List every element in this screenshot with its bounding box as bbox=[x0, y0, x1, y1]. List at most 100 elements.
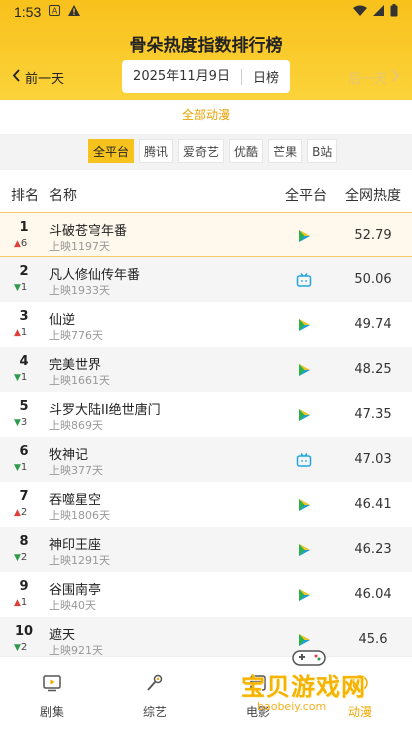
tab-variety[interactable]: 综艺 bbox=[125, 673, 185, 720]
rank-change-value: 1 bbox=[20, 597, 28, 608]
heat-value: 47.35 bbox=[354, 407, 392, 422]
platform-tabs: 全平台 腾讯 爱奇艺 优酷 芒果 B站 bbox=[88, 139, 338, 163]
platform-tab-youku[interactable]: 优酷 bbox=[229, 139, 264, 163]
prev-day-button[interactable]: 前一天 bbox=[12, 68, 64, 87]
battery-icon bbox=[390, 4, 398, 20]
tab-anime-label: 动漫 bbox=[347, 705, 372, 719]
rank-change-value: 1 bbox=[20, 327, 28, 338]
play-icon bbox=[296, 497, 312, 513]
date-selector[interactable]: 2025年11月9日 日榜 bbox=[122, 60, 290, 93]
chevron-left-icon bbox=[12, 69, 21, 86]
arrow-down-icon: ▼ bbox=[14, 553, 21, 563]
rank-change: ▼2 bbox=[14, 552, 27, 563]
release-days: 上映1933天 bbox=[49, 284, 110, 297]
heat-value: 46.04 bbox=[354, 587, 392, 602]
show-title[interactable]: 遮天 bbox=[49, 624, 75, 643]
rank-number: 3 bbox=[19, 309, 29, 324]
platform-tab-bilibili[interactable]: B站 bbox=[307, 139, 338, 163]
play-icon bbox=[296, 228, 312, 244]
table-row[interactable]: 1 ▲6 斗破苍穹年番 上映1197天 52.79 bbox=[0, 212, 412, 257]
next-day-button[interactable]: 后一天 bbox=[348, 68, 400, 87]
bottom-tab-bar: 剧集 综艺 电影 动漫 bbox=[0, 656, 412, 734]
tab-anime[interactable]: 动漫 bbox=[330, 673, 390, 720]
arrow-up-icon: ▲ bbox=[14, 328, 21, 338]
rank-change-value: 2 bbox=[20, 552, 28, 563]
heat-value: 46.23 bbox=[354, 542, 392, 557]
rank-change: ▲1 bbox=[14, 327, 27, 338]
tab-drama-label: 剧集 bbox=[39, 705, 64, 719]
platform-tab-all[interactable]: 全平台 bbox=[88, 139, 135, 163]
arrow-up-icon: ▲ bbox=[14, 598, 21, 608]
rank-change-value: 6 bbox=[20, 238, 28, 249]
rank-number: 10 bbox=[14, 624, 34, 639]
rank-change-value: 2 bbox=[20, 507, 28, 518]
play-icon bbox=[296, 542, 312, 558]
arrow-down-icon: ▼ bbox=[14, 418, 21, 428]
bilibili-tv-icon bbox=[296, 272, 312, 288]
platform-column-header: 全平台 bbox=[285, 188, 327, 204]
tv-icon bbox=[42, 673, 62, 693]
heat-value: 45.6 bbox=[358, 632, 388, 647]
table-row[interactable]: 3 ▲1 仙逆 上映776天 49.74 bbox=[0, 302, 412, 347]
release-days: 上映1197天 bbox=[49, 240, 110, 253]
show-title[interactable]: 吞噬星空 bbox=[49, 489, 101, 508]
table-header: 排名 名称 全平台 全网热度 bbox=[0, 176, 412, 210]
film-icon bbox=[248, 673, 268, 693]
table-row[interactable]: 6 ▼1 牧神记 上映377天 47.03 bbox=[0, 437, 412, 482]
arrow-down-icon: ▼ bbox=[14, 643, 21, 653]
signal-icon bbox=[373, 5, 384, 19]
release-days: 上映1661天 bbox=[49, 374, 110, 387]
heat-value: 49.74 bbox=[354, 317, 392, 332]
rank-number: 4 bbox=[19, 354, 29, 369]
show-title[interactable]: 神印王座 bbox=[49, 534, 101, 553]
platform-tab-tencent[interactable]: 腾讯 bbox=[139, 139, 174, 163]
platform-tab-mango[interactable]: 芒果 bbox=[268, 139, 303, 163]
rank-change: ▲6 bbox=[14, 238, 27, 249]
show-title[interactable]: 完美世界 bbox=[49, 354, 101, 373]
arrow-down-icon: ▼ bbox=[14, 373, 21, 383]
table-row[interactable]: 8 ▼2 神印王座 上映1291天 46.23 bbox=[0, 527, 412, 572]
table-row[interactable]: 4 ▼1 完美世界 上映1661天 48.25 bbox=[0, 347, 412, 392]
show-title[interactable]: 斗罗大陆II绝世唐门 bbox=[49, 399, 161, 418]
show-title[interactable]: 斗破苍穹年番 bbox=[49, 220, 127, 239]
notification-icon: A bbox=[49, 5, 61, 19]
heat-column-header: 全网热度 bbox=[345, 188, 401, 204]
show-title[interactable]: 谷围南亭 bbox=[49, 579, 101, 598]
rank-change-value: 1 bbox=[20, 462, 28, 473]
heat-value: 50.06 bbox=[354, 272, 392, 287]
chevron-right-icon bbox=[391, 69, 400, 86]
status-time: 1:53 bbox=[14, 4, 42, 20]
heat-value: 48.25 bbox=[354, 362, 392, 377]
rank-change: ▼1 bbox=[14, 282, 27, 293]
table-row[interactable]: 9 ▲1 谷围南亭 上映40天 46.04 bbox=[0, 572, 412, 617]
release-days: 上映869天 bbox=[49, 419, 103, 432]
status-bar: 1:53 A bbox=[0, 0, 412, 24]
tab-drama[interactable]: 剧集 bbox=[22, 673, 82, 720]
rank-column-header: 排名 bbox=[11, 188, 39, 204]
date-value[interactable]: 2025年11月9日 bbox=[122, 68, 242, 85]
rank-number: 6 bbox=[19, 444, 29, 459]
svg-text:A: A bbox=[52, 7, 58, 16]
tab-movie-label: 电影 bbox=[245, 705, 270, 719]
rank-change: ▼1 bbox=[14, 462, 27, 473]
name-column-header: 名称 bbox=[49, 188, 77, 204]
table-row[interactable]: 2 ▼1 凡人修仙传年番 上映1933天 50.06 bbox=[0, 257, 412, 302]
category-selector[interactable]: 全部动漫 bbox=[0, 106, 412, 123]
arrow-down-icon: ▼ bbox=[14, 283, 21, 293]
rank-number: 8 bbox=[19, 534, 29, 549]
arrow-down-icon: ▼ bbox=[14, 463, 21, 473]
rank-change: ▼2 bbox=[14, 642, 27, 653]
next-day-label: 后一天 bbox=[347, 72, 387, 87]
rank-number: 5 bbox=[19, 399, 29, 414]
rank-change: ▼1 bbox=[14, 372, 27, 383]
show-title[interactable]: 牧神记 bbox=[49, 444, 88, 463]
table-row[interactable]: 5 ▼3 斗罗大陆II绝世唐门 上映869天 47.35 bbox=[0, 392, 412, 437]
period-selector[interactable]: 日榜 bbox=[242, 67, 290, 86]
tab-movie[interactable]: 电影 bbox=[228, 673, 288, 720]
rank-change: ▼3 bbox=[14, 417, 27, 428]
show-title[interactable]: 仙逆 bbox=[49, 309, 75, 328]
wifi-icon bbox=[353, 5, 367, 19]
show-title[interactable]: 凡人修仙传年番 bbox=[49, 264, 140, 283]
platform-tab-iqiyi[interactable]: 爱奇艺 bbox=[178, 139, 225, 163]
table-row[interactable]: 7 ▲2 吞噬星空 上映1806天 46.41 bbox=[0, 482, 412, 527]
